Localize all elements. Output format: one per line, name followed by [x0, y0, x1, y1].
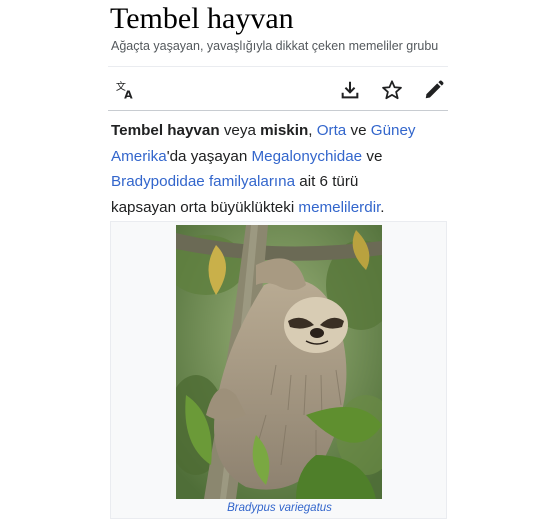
intro-text: ve: [362, 147, 383, 165]
sloth-image: [176, 225, 382, 499]
intro-text: .: [380, 198, 385, 216]
edit-button[interactable]: [420, 76, 448, 104]
page-subtitle: Ağaçta yaşayan, yavaşlığıyla dikkat çeke…: [111, 39, 439, 53]
intro-paragraph: Tembel hayvan veya miskin, Orta ve Güney…: [111, 118, 421, 220]
link-memelilerdir[interactable]: memelilerdir: [298, 199, 380, 216]
infobox-figure: Bradypus variegatus: [110, 221, 447, 519]
intro-text: 'da yaşayan: [166, 147, 252, 165]
pencil-icon: [425, 80, 444, 99]
figure-caption[interactable]: Bradypus variegatus: [111, 502, 448, 514]
intro-text: ve: [346, 122, 371, 139]
watch-button[interactable]: [378, 76, 406, 104]
intro-text: veya: [219, 122, 261, 139]
page-actions-toolbar: 文 A: [108, 72, 448, 106]
bold-term-tembel-hayvan: Tembel hayvan: [111, 122, 220, 139]
translate-icon: 文 A: [116, 80, 133, 101]
toolbar-divider: [108, 110, 448, 111]
language-button[interactable]: 文 A: [112, 76, 140, 104]
page-title: Tembel hayvan: [110, 2, 294, 35]
article-page: Tembel hayvan Ağaçta yaşayan, yavaşlığıy…: [0, 0, 552, 523]
link-bradypodidae[interactable]: Bradypodidae familyalarına: [111, 173, 295, 190]
link-orta[interactable]: Orta: [317, 122, 347, 139]
download-icon: [341, 81, 359, 99]
header-divider: [108, 66, 448, 67]
download-button[interactable]: [336, 76, 364, 104]
sloth-photo[interactable]: [176, 225, 382, 499]
svg-text:A: A: [124, 88, 133, 101]
star-icon: [382, 80, 402, 100]
intro-text: ,: [308, 122, 317, 139]
link-megalonychidae[interactable]: Megalonychidae: [252, 148, 363, 165]
bold-term-miskin: miskin: [260, 122, 309, 139]
